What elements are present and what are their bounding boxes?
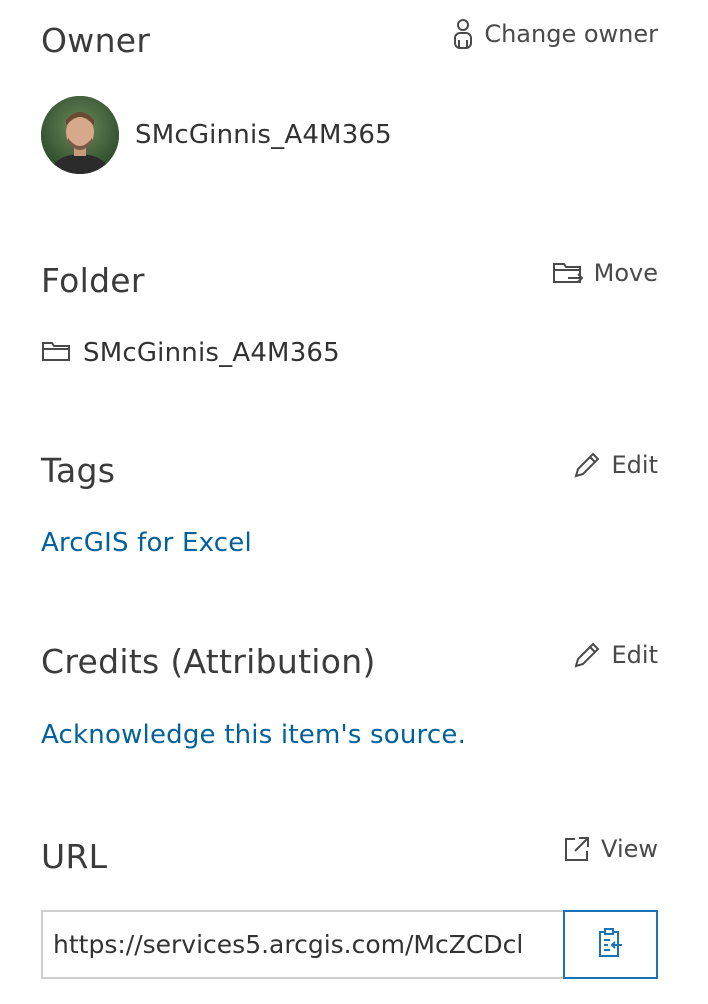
folder-move-icon <box>552 260 584 286</box>
owner-row: SMcGinnis_A4M365 <box>41 96 392 174</box>
url-field-group <box>41 910 658 979</box>
edit-credits-button[interactable]: Edit <box>572 640 658 670</box>
external-link-icon <box>563 835 591 863</box>
edit-tags-button[interactable]: Edit <box>572 450 658 480</box>
view-label: View <box>601 835 658 863</box>
pencil-icon <box>572 450 602 480</box>
move-button[interactable]: Move <box>552 260 658 286</box>
acknowledge-source-link[interactable]: Acknowledge this item's source. <box>41 722 466 748</box>
change-owner-label: Change owner <box>484 20 658 48</box>
copy-url-button[interactable] <box>563 910 658 979</box>
copy-clipboard-icon <box>596 927 626 963</box>
url-title: URL <box>41 837 108 876</box>
folder-row: SMcGinnis_A4M365 <box>41 338 340 368</box>
edit-credits-label: Edit <box>611 641 658 669</box>
edit-tags-label: Edit <box>611 451 658 479</box>
view-url-button[interactable]: View <box>563 835 658 863</box>
folder-icon <box>41 339 71 367</box>
folder-title: Folder <box>41 261 145 300</box>
tags-title: Tags <box>41 451 116 490</box>
move-label: Move <box>593 259 658 287</box>
item-details-panel: Owner Change owner SMcGinnis_A4M365 Fold… <box>0 0 708 1004</box>
owner-username[interactable]: SMcGinnis_A4M365 <box>135 120 392 150</box>
avatar <box>41 96 119 174</box>
credits-title: Credits (Attribution) <box>41 642 376 681</box>
owner-title: Owner <box>41 21 151 60</box>
url-input[interactable] <box>41 910 563 979</box>
folder-name: SMcGinnis_A4M365 <box>83 338 340 368</box>
tag-link[interactable]: ArcGIS for Excel <box>41 530 252 556</box>
user-icon <box>452 18 474 50</box>
change-owner-button[interactable]: Change owner <box>452 18 658 50</box>
pencil-icon <box>572 640 602 670</box>
